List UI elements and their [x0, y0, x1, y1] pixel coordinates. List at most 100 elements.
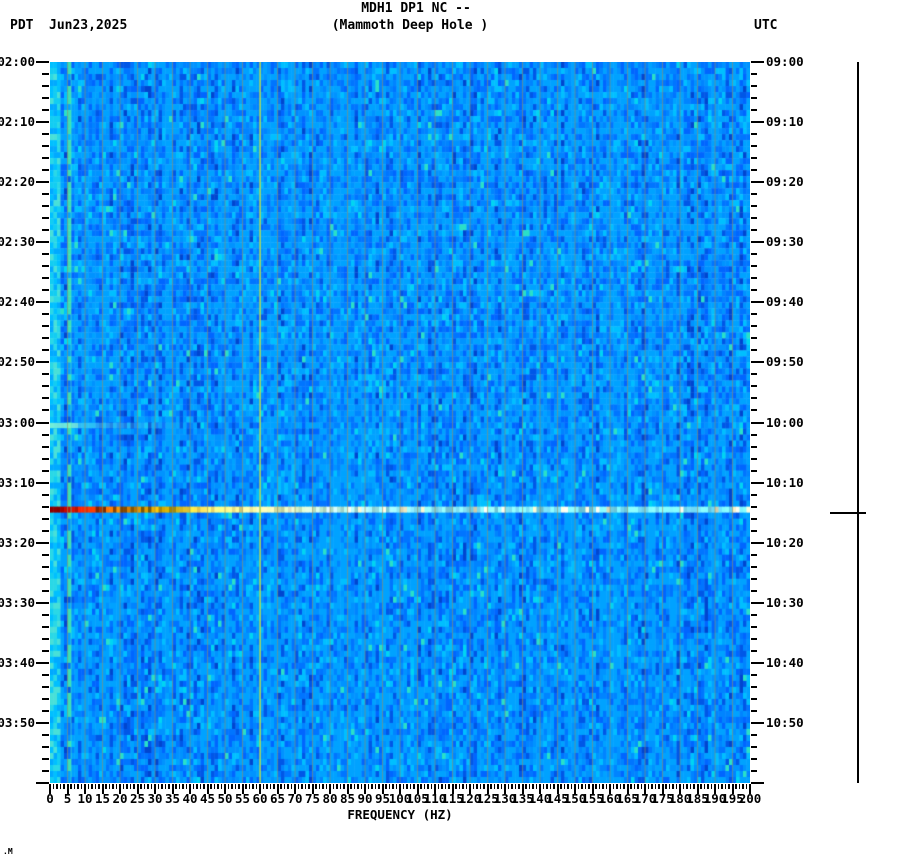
x-axis-minor-tick [693, 784, 695, 789]
x-axis-minor-tick [619, 784, 622, 789]
x-axis-minor-tick [616, 784, 618, 789]
left-axis-major-tick [36, 661, 49, 664]
x-axis-minor-tick [553, 784, 555, 789]
x-axis-minor-tick [164, 784, 167, 789]
left-axis-major-tick [36, 541, 49, 544]
x-axis-minor-tick [318, 784, 321, 789]
right-axis-major-tick [751, 601, 764, 604]
left-axis-minor-tick [42, 313, 49, 316]
right-axis-minor-tick [751, 433, 757, 436]
station-title: MDH1 DP1 NC -- [361, 1, 471, 16]
x-axis-minor-tick [161, 784, 163, 789]
x-tick-label: 200 [738, 791, 762, 806]
timezone-right-label: UTC [754, 18, 778, 33]
right-axis-minor-tick [751, 709, 757, 712]
right-axis-minor-tick [751, 577, 757, 580]
x-axis-minor-tick [140, 784, 142, 789]
left-axis-minor-tick [42, 649, 49, 652]
x-axis-minor-tick [91, 784, 93, 789]
x-axis-minor-tick [56, 784, 58, 789]
x-axis-minor-tick [374, 784, 377, 789]
right-axis-minor-tick [751, 589, 757, 592]
left-axis-minor-tick [42, 73, 49, 76]
x-axis-minor-tick [227, 784, 230, 789]
x-axis-minor-tick [332, 784, 335, 789]
x-axis-minor-tick [738, 784, 741, 789]
left-axis-minor-tick [42, 133, 49, 136]
left-time-label: 02:50 [0, 354, 35, 370]
right-axis-major-tick [751, 481, 764, 484]
right-time-label: 10:00 [766, 414, 804, 430]
x-axis-minor-tick [654, 784, 657, 789]
left-axis-minor-tick [42, 169, 49, 172]
station-subtitle: (Mammoth Deep Hole ) [331, 18, 489, 33]
left-time-label: 03:00 [0, 414, 35, 430]
x-axis-minor-tick [595, 784, 597, 789]
x-axis-minor-tick [353, 784, 356, 789]
left-axis-minor-tick [42, 613, 49, 616]
x-axis-minor-tick [252, 784, 254, 789]
left-axis-minor-tick [42, 409, 49, 412]
right-axis-minor-tick [751, 685, 757, 688]
right-time-label: 09:30 [766, 234, 804, 250]
right-axis-major-tick [751, 782, 764, 784]
x-axis-minor-tick [518, 784, 520, 789]
left-axis-minor-tick [42, 253, 49, 256]
left-axis-minor-tick [42, 709, 49, 712]
x-axis-minor-tick [525, 784, 527, 789]
x-axis-minor-tick [528, 784, 531, 789]
x-axis-minor-tick [532, 784, 534, 789]
right-axis-minor-tick [751, 313, 757, 316]
x-axis-minor-tick [514, 784, 517, 789]
x-axis-minor-tick [70, 784, 72, 789]
x-tick-label: 0 [46, 791, 54, 806]
x-axis-minor-tick [199, 784, 202, 789]
x-axis-minor-tick [717, 784, 720, 789]
left-axis-major-tick [36, 782, 49, 784]
x-axis-minor-tick [542, 784, 545, 789]
x-axis-minor-tick [490, 784, 492, 789]
x-axis-minor-tick [157, 784, 160, 789]
right-axis-minor-tick [751, 73, 757, 76]
left-time-label: 03:30 [0, 594, 35, 610]
x-axis-minor-tick [182, 784, 184, 789]
x-axis-minor-tick [59, 784, 62, 789]
x-axis-minor-tick [269, 784, 272, 789]
right-axis-minor-tick [751, 193, 757, 196]
left-axis-minor-tick [42, 517, 49, 520]
x-axis-minor-tick [560, 784, 562, 789]
x-axis-minor-tick [392, 784, 394, 789]
right-axis-minor-tick [751, 373, 757, 376]
seismogram-event-spike [830, 512, 866, 514]
x-axis-minor-tick [455, 784, 457, 789]
x-axis-minor-tick [588, 784, 590, 789]
x-axis-minor-tick [448, 784, 450, 789]
left-axis-minor-tick [42, 349, 49, 352]
left-axis-minor-tick [42, 445, 49, 448]
x-tick-label: 35 [164, 791, 181, 806]
x-axis-minor-tick [546, 784, 548, 789]
left-axis-major-tick [36, 721, 49, 724]
x-axis-minor-tick [637, 784, 639, 789]
x-axis-minor-tick [388, 784, 391, 789]
x-axis-minor-tick [423, 784, 426, 789]
right-time-label: 10:30 [766, 594, 804, 610]
left-axis-minor-tick [42, 565, 49, 568]
spectrogram-page: PDT Jun23,2025 MDH1 DP1 NC -- (Mammoth D… [0, 0, 902, 864]
left-axis-major-tick [36, 241, 49, 244]
left-axis-major-tick [36, 301, 49, 304]
x-axis-minor-tick [567, 784, 569, 789]
left-axis-major-tick [36, 121, 49, 124]
right-axis-minor-tick [751, 157, 757, 160]
right-axis-minor-tick [751, 277, 757, 280]
x-axis-minor-tick [605, 784, 608, 789]
left-axis-major-tick [36, 181, 49, 184]
x-axis-minor-tick [115, 784, 118, 789]
x-axis-minor-tick [707, 784, 709, 789]
left-axis-minor-tick [42, 145, 49, 148]
left-axis-minor-tick [42, 685, 49, 688]
x-axis-minor-tick [465, 784, 468, 789]
x-axis-minor-tick [406, 784, 408, 789]
left-axis-minor-tick [42, 697, 49, 700]
x-axis-minor-tick [343, 784, 345, 789]
